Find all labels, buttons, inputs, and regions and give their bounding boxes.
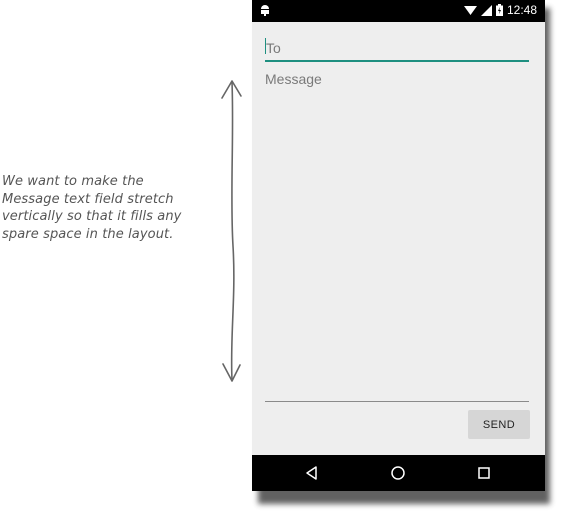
send-button[interactable]: SEND — [468, 410, 530, 439]
wifi-icon — [463, 5, 477, 15]
annotation-note: We want to make the Message text field s… — [2, 173, 222, 243]
annotation-line: We want to make the — [2, 174, 144, 189]
annotation-line: spare space in the layout. — [2, 226, 174, 242]
message-field-underline — [265, 401, 529, 402]
status-bar: 12:48 — [252, 0, 545, 22]
navigation-bar — [252, 455, 545, 491]
battery-icon — [495, 4, 503, 16]
home-icon[interactable] — [389, 464, 407, 482]
android-debug-icon — [261, 5, 269, 16]
app-screen: Message SEND — [252, 22, 545, 455]
status-time: 12:48 — [506, 3, 537, 17]
double-arrow-icon — [221, 80, 242, 382]
annotation-line: Message text field stretch — [2, 191, 174, 207]
signal-icon — [480, 4, 492, 16]
status-icons: 12:48 — [463, 3, 537, 17]
text-cursor — [265, 38, 266, 54]
to-field[interactable] — [265, 36, 529, 62]
recents-icon[interactable] — [475, 464, 493, 482]
phone-frame: 12:48 Message SEND — [252, 0, 545, 491]
message-field[interactable]: Message — [265, 71, 322, 87]
back-icon[interactable] — [303, 464, 321, 482]
annotation-line: vertically so that it fills any — [2, 209, 182, 224]
